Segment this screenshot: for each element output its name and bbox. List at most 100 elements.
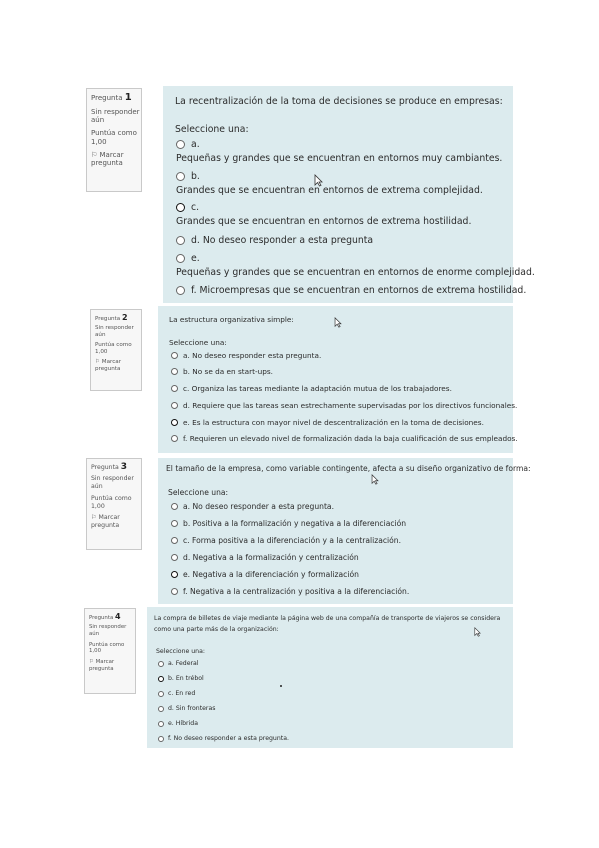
answer-option-d[interactable]: d. Requiere que las tareas sean estrecha… (171, 401, 517, 410)
option-text: Microempresas que se encuentran en entor… (199, 285, 527, 296)
flag-question-link[interactable]: ⚐ Marcar (89, 659, 131, 666)
option-letter: a. (168, 660, 174, 667)
flag-label: Marcar (99, 150, 124, 159)
option-letter: a. (183, 351, 190, 360)
flag-label: Marcar (101, 358, 122, 365)
select-one-prompt: Seleccione una: (175, 124, 249, 135)
option-text: Forma positiva a la diferenciación y a l… (192, 536, 402, 545)
flag-icon: ⚐ (91, 150, 98, 159)
question-text: El tamaño de la empresa, como variable c… (166, 464, 531, 473)
answer-option-e[interactable]: e. Es la estructura con mayor nivel de d… (171, 418, 484, 427)
answer-option-c[interactable]: c. Grandes que se encuentran en entornos… (176, 202, 486, 227)
flag-icon: ⚐ (91, 514, 97, 522)
option-letter: e. (168, 720, 174, 727)
option-letter: c. (191, 202, 200, 213)
question-number-line: Pregunta 1 (91, 92, 137, 105)
answer-option-e[interactable]: e. Negativa a la diferenciación y formal… (171, 570, 359, 579)
flag-label-2[interactable]: pregunta (89, 666, 131, 673)
radio-button[interactable] (171, 588, 178, 595)
option-text: En trébol (175, 675, 204, 682)
radio-button[interactable] (158, 661, 164, 667)
radio-button-selected[interactable] (158, 676, 164, 682)
flag-label: Marcar (95, 659, 115, 665)
answer-option-a[interactable]: a. Federal (158, 660, 199, 667)
flag-question-link[interactable]: ⚐ Marcar (91, 514, 137, 522)
radio-button[interactable] (176, 140, 185, 149)
stray-dot (280, 685, 282, 687)
radio-button-selected[interactable] (171, 419, 178, 426)
flag-question-link[interactable]: ⚐ Marcar (91, 151, 137, 160)
question-number: 2 (121, 313, 128, 322)
answer-option-b[interactable]: b. En trébol (158, 675, 204, 682)
question-number-line: Pregunta 2 (95, 313, 137, 323)
option-text: Organiza las tareas mediante la adaptaci… (191, 384, 452, 393)
option-text: Negativa a la centralización y positiva … (189, 587, 410, 596)
mouse-cursor-icon (334, 317, 342, 328)
flag-label-2[interactable]: pregunta (95, 366, 137, 373)
radio-button-selected[interactable] (171, 571, 178, 578)
mouse-cursor-icon (474, 627, 481, 637)
answer-option-e[interactable]: e. Pequeñas y grandes que se encuentran … (176, 253, 550, 278)
radio-button[interactable] (158, 736, 164, 742)
radio-button[interactable] (158, 721, 164, 727)
question-info-4: Pregunta 4 Sin responder aún Puntúa como… (84, 608, 136, 694)
select-one-prompt: Seleccione una: (169, 338, 227, 347)
radio-button[interactable] (171, 352, 178, 359)
answer-option-a[interactable]: a. No deseo responder esta pregunta. (171, 351, 321, 360)
question-text: La estructura organizativa simple: (169, 315, 294, 324)
radio-button[interactable] (171, 368, 178, 375)
question-text-2: como una parte más de la organización: (154, 626, 279, 633)
question-status-2: aún (91, 116, 105, 125)
radio-button[interactable] (176, 236, 185, 245)
radio-button[interactable] (171, 520, 178, 527)
radio-button[interactable] (176, 286, 185, 295)
answer-option-a[interactable]: a. Pequeñas y grandes que se encuentran … (176, 139, 517, 164)
option-text: No se da en start-ups. (192, 367, 273, 376)
question-number: 3 (120, 462, 128, 472)
flag-question-link[interactable]: ⚐ Marcar (95, 359, 137, 366)
radio-button[interactable] (171, 554, 178, 561)
answer-option-f[interactable]: f. Requieren un elevado nivel de formali… (171, 434, 518, 443)
answer-option-a[interactable]: a. No deseo responder a esta pregunta. (171, 502, 334, 511)
answer-option-b[interactable]: b. Positiva a la formalización y negativ… (171, 519, 406, 528)
radio-button[interactable] (171, 435, 178, 442)
radio-button[interactable] (158, 691, 164, 697)
answer-option-f[interactable]: f. Negativa a la centralización y positi… (171, 587, 409, 596)
option-text: Es la estructura con mayor nivel de desc… (192, 418, 484, 427)
answer-option-e[interactable]: e. Híbrida (158, 720, 198, 727)
answer-option-d[interactable]: d. Negativa a la formalización y central… (171, 553, 359, 562)
answer-option-f[interactable]: f. No deseo responder a esta pregunta. (158, 735, 289, 742)
answer-option-b[interactable]: b. No se da en start-ups. (171, 367, 273, 376)
answer-option-d[interactable]: d. No deseo responder a esta pregunta (176, 235, 373, 246)
option-letter: e. (183, 418, 190, 427)
question-label: Pregunta (89, 615, 114, 621)
radio-button[interactable] (176, 254, 185, 263)
flag-icon: ⚐ (95, 358, 101, 365)
radio-button[interactable] (171, 385, 178, 392)
option-text: Sin fronteras (175, 705, 216, 712)
answer-option-f[interactable]: f. Microempresas que se encuentran en en… (176, 285, 526, 296)
radio-button[interactable] (158, 706, 164, 712)
answer-option-c[interactable]: c. En red (158, 690, 195, 697)
option-letter: c. (168, 690, 174, 697)
answer-option-d[interactable]: d. Sin fronteras (158, 705, 216, 712)
option-text: Pequeñas y grandes que se encuentran en … (176, 267, 535, 278)
question-score: Puntúa como (95, 341, 132, 348)
question-text: La recentralización de la toma de decisi… (175, 96, 503, 107)
option-text: Requiere que las tareas sean estrechamen… (192, 401, 518, 410)
question-number: 1 (124, 92, 132, 103)
radio-button[interactable] (171, 537, 178, 544)
question-info-1: Pregunta 1 Sin responder aún Puntúa como… (86, 88, 142, 192)
answer-option-c[interactable]: c. Forma positiva a la diferenciación y … (171, 536, 401, 545)
question-info-2: Pregunta 2 Sin responder aún Puntúa como… (90, 309, 142, 391)
answer-option-c[interactable]: c. Organiza las tareas mediante la adapt… (171, 384, 452, 393)
flag-label-2[interactable]: pregunta (91, 159, 137, 168)
radio-button-selected[interactable] (176, 203, 185, 212)
flag-label-2[interactable]: pregunta (91, 522, 137, 530)
radio-button[interactable] (176, 172, 185, 181)
option-letter: a. (183, 502, 191, 511)
radio-button[interactable] (171, 503, 178, 510)
radio-button[interactable] (171, 402, 178, 409)
option-letter: f. (183, 587, 188, 596)
answer-option-b[interactable]: b. Grandes que se encuentran en entornos… (176, 171, 498, 196)
